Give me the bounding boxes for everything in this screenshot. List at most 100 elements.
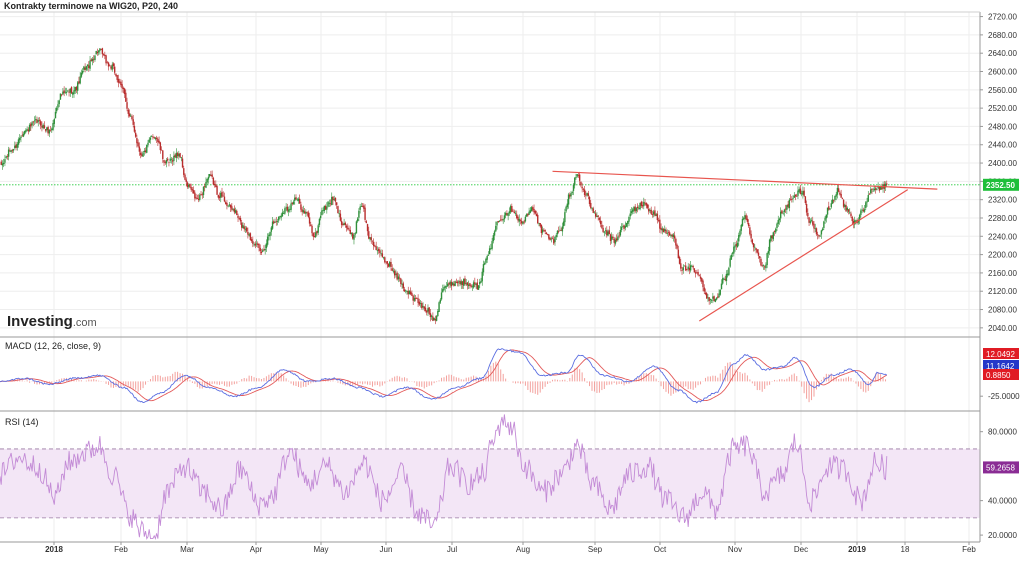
price-tick-label: 2200.00 <box>988 251 1017 260</box>
candle-body <box>80 72 83 77</box>
candle-body <box>617 236 619 241</box>
candle-body <box>287 209 290 212</box>
candle-body <box>803 190 805 196</box>
candle-body <box>818 235 820 237</box>
candle-body <box>604 230 607 232</box>
candle-body <box>417 298 419 303</box>
candle-body <box>227 205 229 207</box>
candle-body <box>820 230 823 235</box>
candle-body <box>701 278 703 282</box>
candle-body <box>645 202 647 206</box>
candle-body <box>249 233 252 240</box>
candle-body <box>143 150 145 153</box>
candle-body <box>301 209 303 212</box>
candle-body <box>677 249 680 259</box>
candle-body <box>793 195 795 198</box>
candle-body <box>407 290 409 295</box>
candle-body <box>363 205 365 209</box>
candle-body <box>384 257 386 263</box>
candle-body <box>599 220 602 225</box>
candle-body <box>766 253 768 266</box>
candle-body <box>30 123 32 127</box>
candle-body <box>472 282 475 288</box>
candle-body <box>544 229 546 232</box>
candle-body <box>598 218 601 220</box>
candle-body <box>33 120 36 122</box>
candle-body <box>175 152 178 158</box>
candle-body <box>170 158 173 160</box>
candle-body <box>504 213 507 216</box>
candle-body <box>839 192 841 195</box>
candle-body <box>739 230 741 236</box>
candle-body <box>823 221 825 229</box>
candle-body <box>41 125 43 128</box>
candle-body <box>86 64 89 67</box>
candle-body <box>36 119 38 124</box>
candle-body <box>655 214 657 216</box>
candle-body <box>254 243 256 246</box>
candle-body <box>275 221 277 223</box>
candle-body <box>850 213 852 217</box>
candle-body <box>777 220 779 224</box>
candle-body <box>377 249 380 251</box>
candle-body <box>863 209 866 212</box>
candle-body <box>516 214 518 219</box>
candle-body <box>270 227 273 232</box>
candle-body <box>26 129 28 131</box>
candle-body <box>886 183 888 185</box>
candle-body <box>64 91 67 93</box>
candle-body <box>410 291 412 295</box>
candle-body <box>470 285 472 287</box>
candle-body <box>186 182 189 188</box>
price-panel[interactable] <box>0 12 980 337</box>
candle-body <box>751 239 754 244</box>
candle-body <box>872 190 874 192</box>
candle-body <box>206 178 208 183</box>
candle-body <box>566 203 569 208</box>
candle-body <box>613 238 615 243</box>
candle-body <box>791 199 793 200</box>
candle-body <box>379 250 381 254</box>
candle-body <box>165 159 168 164</box>
candle-body <box>445 286 448 288</box>
candle-body <box>84 67 86 70</box>
candle-body <box>570 193 572 197</box>
candle-body <box>403 289 406 292</box>
candle-body <box>535 213 538 217</box>
candle-body <box>546 233 549 235</box>
candle-body <box>83 66 85 70</box>
candle-body <box>667 232 670 234</box>
x-tick-label: May <box>313 545 328 554</box>
candle-body <box>609 234 612 241</box>
x-tick-label: Mar <box>180 545 194 554</box>
candle-body <box>671 234 673 237</box>
candle-body <box>260 251 263 254</box>
candle-body <box>48 129 51 134</box>
candle-body <box>432 316 434 321</box>
candle-body <box>480 280 482 283</box>
candle-body <box>285 207 287 209</box>
candle-body <box>201 194 203 196</box>
candle-body <box>329 203 332 205</box>
x-tick-label: Jun <box>380 545 393 554</box>
candle-body <box>216 186 218 195</box>
candle-body <box>867 195 869 202</box>
candle-body <box>440 292 443 300</box>
candle-body <box>178 153 180 157</box>
candle-body <box>479 281 481 285</box>
candle-body <box>488 248 491 255</box>
candle-body <box>411 293 413 296</box>
candle-body <box>624 225 626 228</box>
candle-body <box>495 225 497 232</box>
candle-body <box>681 269 683 271</box>
candle-body <box>735 244 737 246</box>
candle-body <box>11 150 14 152</box>
candle-body <box>545 232 548 235</box>
candle-body <box>426 310 428 313</box>
candle-body <box>19 137 21 141</box>
candle-body <box>837 188 840 192</box>
candle-body <box>519 220 522 221</box>
candle-body <box>151 136 153 138</box>
candle-body <box>703 287 705 292</box>
candle-body <box>719 289 721 295</box>
